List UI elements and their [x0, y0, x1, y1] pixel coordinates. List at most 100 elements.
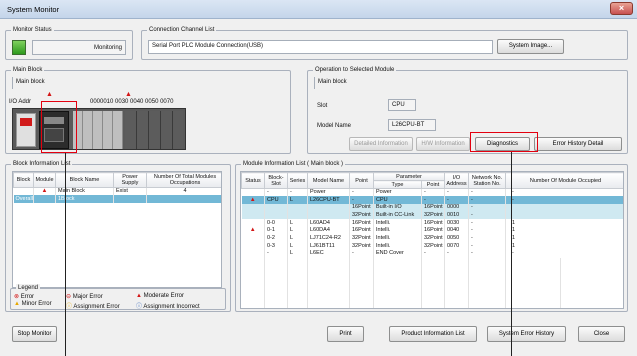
legend-assignment-error: Assignment Error — [73, 304, 120, 310]
moderate-error-icon: ▲ — [249, 196, 256, 203]
system-image-button[interactable]: System Image... — [497, 39, 564, 54]
header-parameter[interactable]: Parameter — [373, 172, 445, 181]
cell-net: - — [468, 211, 506, 220]
empty-row — [241, 280, 623, 289]
header-point[interactable]: Point — [349, 172, 374, 189]
table-row[interactable]: ▲ Main Block Exist 4 — [13, 187, 221, 196]
cell-block: Overall — [13, 195, 34, 203]
header-module-occupied[interactable]: Number Of Module Occupied — [504, 172, 623, 189]
detailed-information-button[interactable]: Detailed Information — [349, 137, 413, 151]
cell-net: - — [468, 250, 506, 258]
close-button[interactable]: Close — [578, 326, 625, 342]
table-row[interactable]: 16Point Built-in I/O 16Point 0000- — [241, 203, 623, 212]
cell-module — [33, 195, 56, 203]
legend-box: Legend ⊗ Error ⊖ Major Error ▲ Moderate … — [10, 284, 226, 310]
assignment-incorrect-icon: ⓘ — [136, 304, 143, 310]
cell-model: L26CPU-BT — [307, 196, 350, 204]
cell-point: 16Point — [349, 219, 374, 227]
block-information-table: Block Module Block Name Power Supply Num… — [12, 171, 222, 288]
cell-occ: 1 — [505, 226, 623, 235]
header-total-occupations[interactable]: Number Of Total Modules Occupations — [146, 172, 221, 188]
operation-block-field: Main block — [314, 77, 444, 89]
table-row[interactable]: 0-2 L LJ71C24-R2 32Point Intelli. 32Point 0050… — [241, 234, 623, 243]
header-param-point[interactable]: Point — [421, 180, 445, 189]
cell-net: - — [468, 203, 506, 212]
empty-row — [241, 257, 623, 266]
empty-row — [241, 303, 623, 308]
block-information-label: Block Information List — [11, 160, 73, 168]
cell-io: - — [444, 188, 469, 197]
intelligent-modules[interactable] — [125, 111, 183, 149]
table-row[interactable]: 32Point Built-in CC-Link 32Point 0010- — [241, 211, 623, 220]
cell-net: - — [468, 234, 506, 243]
table-row[interactable]: ▲ 0-1 L L60DA4 16Point Intelli. 16Point 0040-1 — [241, 226, 623, 235]
legend-major-error: Major Error — [72, 294, 103, 300]
empty-row — [241, 265, 623, 274]
cell-point: - — [349, 250, 374, 258]
major-error-icon: ⊖ — [66, 294, 72, 300]
cell-io: 0070 — [444, 242, 469, 250]
cell-ppoint: - — [421, 250, 445, 258]
cell-ppoint: - — [421, 188, 445, 197]
cell-series: L — [287, 196, 308, 204]
table-row[interactable]: 0-0 L L60AD4 16Point Intelli. 16Point 0030-1 — [241, 219, 623, 227]
header-module[interactable]: Module — [33, 172, 56, 188]
stop-monitor-button[interactable]: Stop Monitor — [12, 326, 57, 342]
cell-model — [307, 203, 350, 212]
cell-io: 0030 — [444, 219, 469, 227]
table-row[interactable]: ▲ CPU L L26CPU-BT - CPU - - - - — [241, 196, 623, 204]
cell-type: Built-in CC-Link — [373, 211, 422, 220]
empty-row — [241, 273, 623, 281]
cell-ppoint: 32Point — [421, 234, 445, 243]
header-block-slot[interactable]: Block-Slot — [264, 172, 288, 189]
cell-occ: 1 — [505, 242, 623, 250]
io-modules[interactable] — [73, 111, 123, 149]
module-information-group: Module Information List ( Main block ) S… — [235, 160, 628, 312]
table-row[interactable]: Overall 1Block — [13, 195, 221, 203]
header-model-name[interactable]: Model Name — [307, 172, 350, 189]
table-row[interactable]: - L L6EC - END Cover - - - - — [241, 250, 623, 258]
legend-moderate-error: Moderate Error — [143, 293, 184, 299]
cell-model: L6EC — [307, 250, 350, 258]
cell-net: - — [468, 242, 506, 250]
table-row[interactable]: - - Power - Power - - - - — [241, 188, 623, 197]
diagnostics-callout-box — [470, 132, 538, 152]
header-status[interactable]: Status — [241, 172, 265, 189]
cell-ppoint: - — [421, 196, 445, 204]
moderate-error-icon: ▲ — [249, 227, 256, 234]
header-block[interactable]: Block — [13, 172, 34, 188]
error-history-detail-button[interactable]: Error History Detail — [534, 137, 622, 151]
header-type[interactable]: Type — [373, 180, 422, 189]
print-button[interactable]: Print — [327, 326, 364, 342]
cell-status — [241, 219, 265, 227]
cell-model: LJ61BT11 — [307, 242, 350, 250]
cell-net: - — [468, 196, 506, 204]
cell-ppoint: 32Point — [421, 242, 445, 250]
table-row[interactable]: 0-3 L LJ61BT11 32Point Intelli. 32Point 0070-1 — [241, 242, 623, 250]
header-network-no[interactable]: Network No. Station No. — [468, 172, 506, 189]
close-window-button[interactable]: × — [610, 2, 633, 15]
cell-slot: 0-3 — [264, 242, 288, 250]
monitor-status-field: Monitoring — [32, 40, 126, 55]
cell-block — [13, 187, 34, 196]
system-error-history-button[interactable]: System Error History — [487, 326, 566, 342]
cell-io: 0040 — [444, 226, 469, 235]
cell-io: - — [444, 196, 469, 204]
hw-information-button[interactable]: H/W Information — [416, 137, 470, 151]
cell-status: ▲ — [241, 226, 265, 235]
cell-slot — [264, 211, 288, 220]
header-series[interactable]: Series — [287, 172, 308, 189]
io-address-prefix: I/O Addr — [9, 99, 32, 105]
operation-label: Operation to Selected Module — [313, 66, 397, 74]
cell-slot: - — [264, 188, 288, 197]
cell-io: 0000 — [444, 203, 469, 212]
legend-label: Legend — [16, 284, 41, 292]
cell-point: - — [349, 188, 374, 197]
monitoring-indicator-icon — [12, 40, 26, 55]
header-io-address[interactable]: I/O Address — [444, 172, 469, 189]
cell-occ — [505, 203, 623, 212]
header-power-supply[interactable]: Power Supply — [113, 172, 147, 188]
cell-point: 32Point — [349, 234, 374, 243]
product-information-list-button[interactable]: Product Information List — [389, 326, 477, 342]
plc-rack-image — [12, 108, 186, 150]
